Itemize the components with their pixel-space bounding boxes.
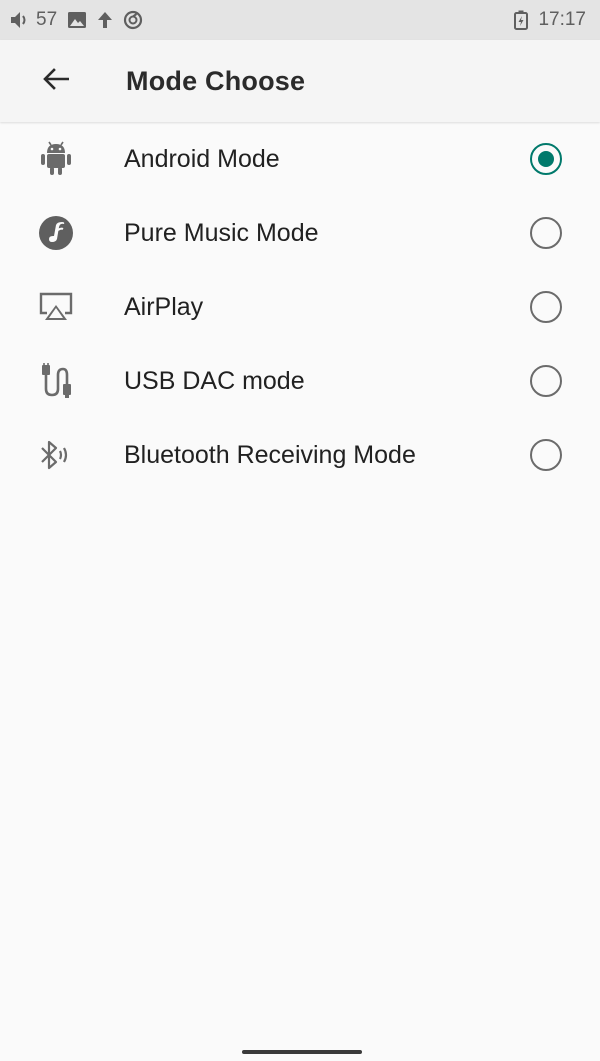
arrow-back-icon <box>43 67 70 95</box>
volume-icon: 57 <box>10 9 57 31</box>
mode-item-usb-dac[interactable]: USB DAC mode <box>0 344 600 418</box>
sync-icon <box>123 10 143 30</box>
back-button[interactable] <box>32 57 80 105</box>
android-icon <box>36 139 76 179</box>
mode-label: AirPlay <box>124 292 204 321</box>
radio-button-selected[interactable] <box>530 143 562 175</box>
bluetooth-audio-icon <box>36 435 76 475</box>
radio-dot <box>538 151 554 167</box>
mode-item-android[interactable]: Android Mode <box>0 122 600 196</box>
upload-arrow-icon <box>97 11 113 29</box>
mode-label: Android Mode <box>124 144 280 173</box>
volume-level: 57 <box>36 9 58 30</box>
app-bar: Mode Choose <box>0 40 600 122</box>
mode-item-pure-music[interactable]: Pure Music Mode <box>0 196 600 270</box>
mode-item-airplay[interactable]: AirPlay <box>0 270 600 344</box>
radio-button[interactable] <box>530 291 562 323</box>
mode-label: Bluetooth Receiving Mode <box>124 440 416 469</box>
page-title: Mode Choose <box>126 65 306 96</box>
airplay-icon <box>36 287 76 327</box>
status-bar: 57 17:17 <box>0 0 600 40</box>
mode-label: USB DAC mode <box>124 366 305 395</box>
clock: 17:17 <box>538 9 586 30</box>
radio-button[interactable] <box>530 217 562 249</box>
image-icon <box>67 11 87 29</box>
radio-button[interactable] <box>530 439 562 471</box>
radio-button[interactable] <box>530 365 562 397</box>
music-note-icon <box>36 213 76 253</box>
status-left: 57 <box>10 9 143 31</box>
usb-cable-icon <box>36 361 76 401</box>
home-indicator[interactable] <box>242 1050 362 1054</box>
mode-item-bluetooth-receiving[interactable]: Bluetooth Receiving Mode <box>0 418 600 492</box>
battery-charging-icon <box>514 10 529 30</box>
mode-label: Pure Music Mode <box>124 218 319 247</box>
status-right: 17:17 <box>514 9 586 31</box>
mode-list: Android Mode Pure Music Mode AirPlay USB… <box>0 122 600 492</box>
